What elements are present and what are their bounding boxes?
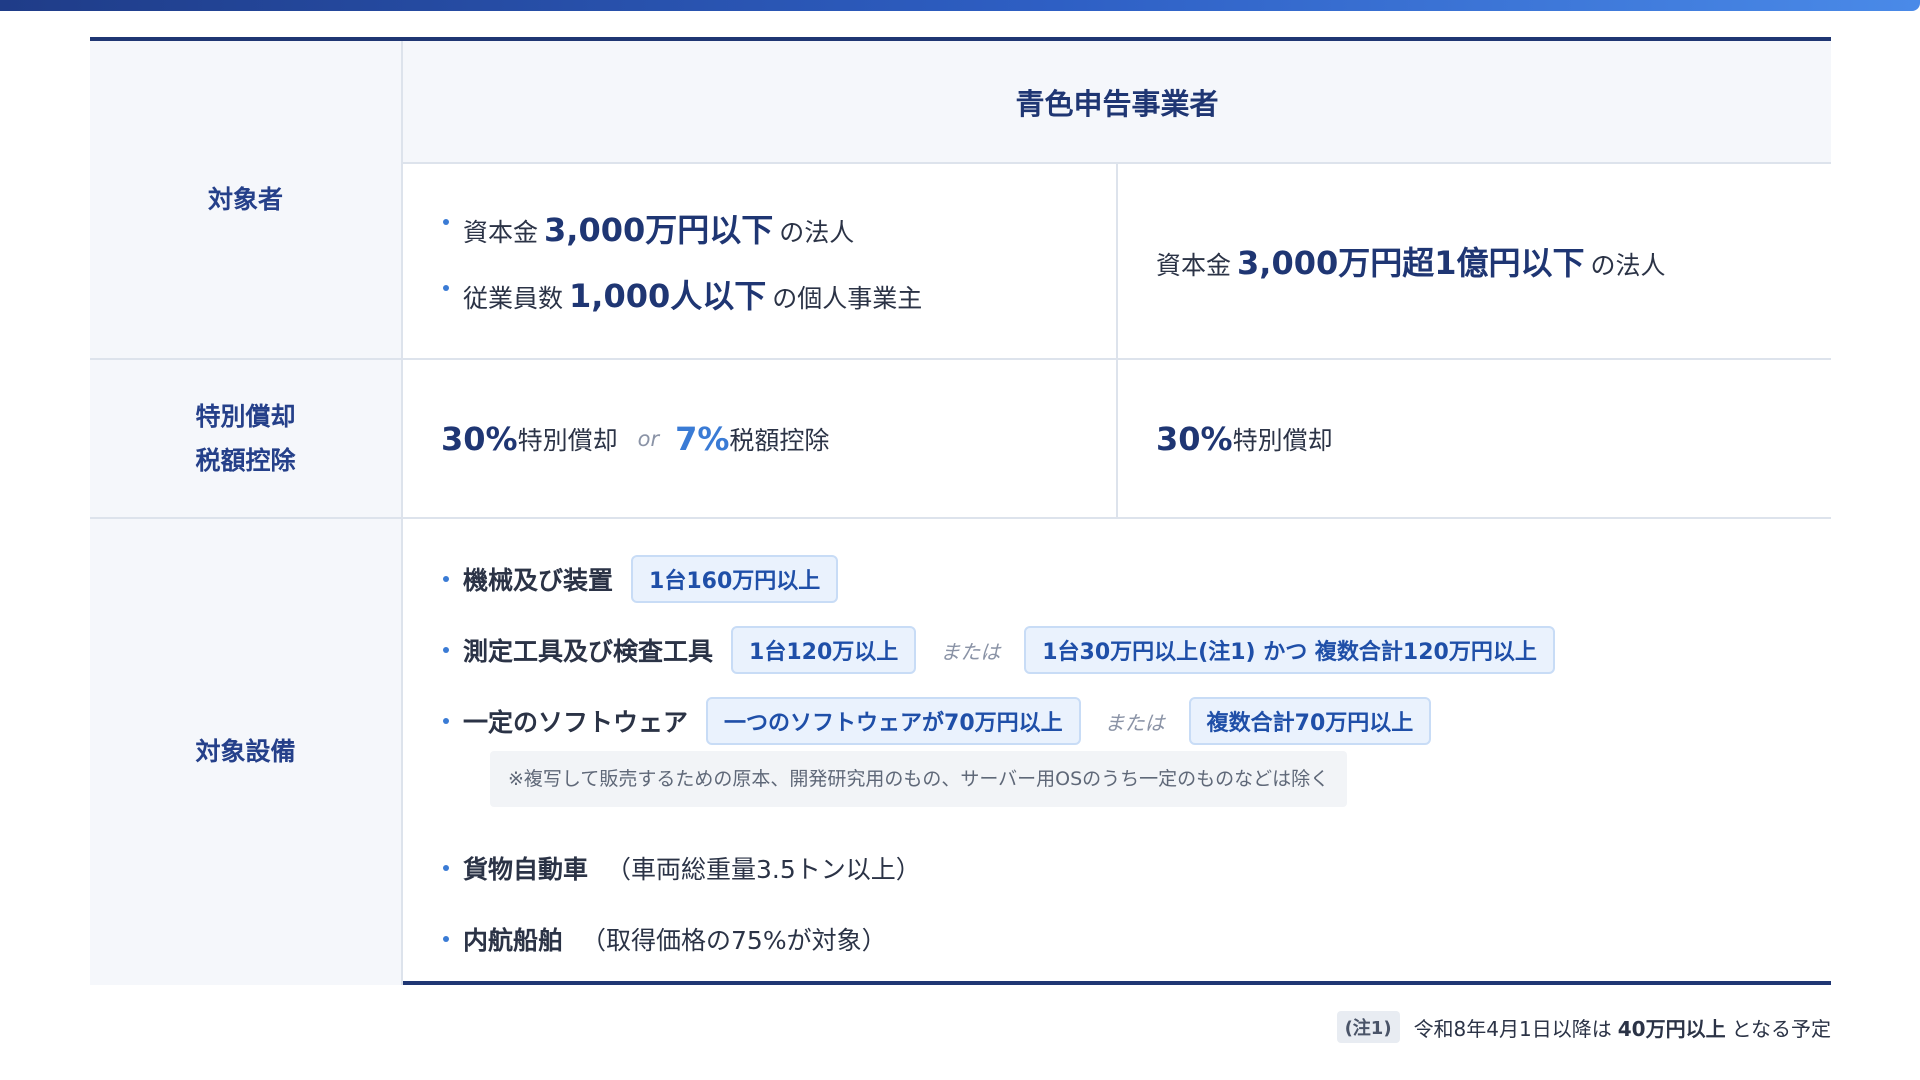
- column-header: 青色申告事業者: [403, 41, 1831, 162]
- condition-tag: 1台120万以上: [731, 626, 917, 674]
- deduction-mid-business: 30% 特別償却: [1156, 419, 1333, 458]
- target-item: 従業員数 1,000人以下 の個人事業主: [443, 271, 1116, 317]
- deduction-small-business: 30% 特別償却 or 7% 税額控除: [441, 419, 830, 458]
- label-deduction: 特別償却 税額控除: [90, 360, 403, 517]
- target-mid-business: 資本金 3,000万円超1億円以下 の法人: [1156, 244, 1666, 282]
- equipment-item: 機械及び装置 1台160万円以上: [443, 554, 1831, 604]
- footnote: (注1) 令和8年4月1日以降は 40万円以上 となる予定: [1336, 1011, 1831, 1043]
- software-exclusion-note: ※複写して販売するための原本、開発研究用のもの、サーバー用OSのうち一定のものな…: [490, 751, 1348, 807]
- bullet-icon: [443, 865, 449, 871]
- label-equipment: 対象設備: [90, 519, 403, 985]
- bullet-icon: [443, 647, 449, 653]
- summary-table: 対象者 青色申告事業者 資本金 3,000万円以下 の法人 従業員数 1,000…: [90, 37, 1831, 985]
- equipment-item: 貨物自動車 （車両総重量3.5トン以上）: [443, 843, 1831, 893]
- column-header-title: 青色申告事業者: [1015, 86, 1219, 121]
- equipment-list: 機械及び装置 1台160万円以上 測定工具及び検査工具 1台120万以上 または…: [403, 519, 1831, 985]
- condition-tag: 複数合計70万円以上: [1188, 697, 1432, 745]
- label-target: 対象者: [90, 41, 403, 358]
- condition-tag: 1台30万円以上(注1) かつ 複数合計120万円以上: [1024, 626, 1555, 674]
- equipment-item: 内航船舶 （取得価格の75%が対象）: [443, 914, 1831, 964]
- footnote-tag: (注1): [1336, 1011, 1400, 1043]
- top-accent-bar: [0, 0, 1920, 11]
- equipment-item: 測定工具及び検査工具 1台120万以上 または 1台30万円以上(注1) かつ …: [443, 625, 1831, 675]
- bullet-icon: [443, 219, 449, 225]
- bullet-icon: [443, 718, 449, 724]
- condition-tag: 一つのソフトウェアが70万円以上: [706, 697, 1081, 745]
- target-item: 資本金 3,000万円以下 の法人: [443, 205, 1116, 251]
- bullet-icon: [443, 936, 449, 942]
- bullet-icon: [443, 576, 449, 582]
- bullet-icon: [443, 285, 449, 291]
- equipment-item: 一定のソフトウェア 一つのソフトウェアが70万円以上 または 複数合計70万円以…: [443, 696, 1831, 746]
- condition-tag: 1台160万円以上: [631, 555, 839, 603]
- target-small-business: 資本金 3,000万円以下 の法人 従業員数 1,000人以下 の個人事業主: [403, 164, 1116, 358]
